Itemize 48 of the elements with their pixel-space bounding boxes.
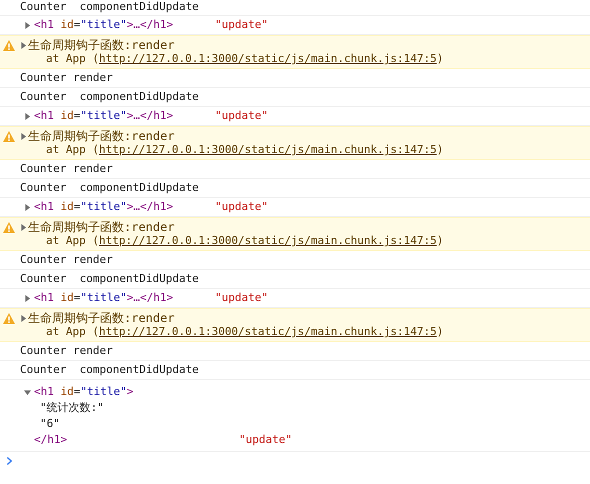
expand-triangle-icon[interactable]: [24, 22, 31, 28]
string-text: "6": [40, 417, 60, 430]
string-value: "update": [215, 291, 268, 305]
element-node[interactable]: <h1 id="title">: [34, 384, 134, 400]
warning-message: 生命周期钩子函数:render: [28, 38, 175, 52]
stack-trace: at App (http://127.0.0.1:3000/static/js/main.chunk.js:147:5): [46, 325, 444, 338]
string-value: "update": [239, 432, 292, 448]
warning-message: 生命周期钩子函数:render: [28, 129, 175, 143]
collapse-triangle-icon[interactable]: [24, 388, 31, 396]
element-node[interactable]: <h1 id="title">…</h1>: [34, 109, 215, 123]
expand-triangle-icon[interactable]: [20, 224, 27, 230]
expand-triangle-icon[interactable]: [20, 132, 27, 140]
element-node[interactable]: <h1 id="title">…</h1>: [34, 200, 215, 214]
log-message: Counter render: [20, 344, 113, 357]
string-text: "统计次数:": [40, 401, 104, 414]
element-node[interactable]: <h1 id="title">…</h1>: [34, 18, 215, 32]
warning-message: 生命周期钩子函数:render: [28, 311, 175, 325]
log-message: Counter render: [20, 71, 113, 84]
expand-triangle-icon[interactable]: [20, 42, 27, 48]
source-link[interactable]: http://127.0.0.1:3000/static/js/main.chunk.js:147:5: [98, 234, 437, 247]
expand-triangle-icon[interactable]: [24, 204, 31, 210]
stack-trace: at App (http://127.0.0.1:3000/static/js/main.chunk.js:147:5): [46, 143, 444, 156]
expand-triangle-icon[interactable]: [24, 294, 31, 302]
expand-triangle-icon[interactable]: [24, 112, 31, 120]
warning-icon: [3, 312, 15, 324]
warning-icon: [3, 130, 15, 142]
string-value: "update": [215, 18, 268, 32]
warning-icon: [3, 40, 15, 50]
expand-triangle-icon[interactable]: [20, 314, 27, 322]
stack-trace: at App (http://127.0.0.1:3000/static/js/main.chunk.js:147:5): [46, 234, 444, 247]
warning-icon: [3, 222, 15, 232]
log-message: Counter render: [20, 162, 113, 175]
source-link[interactable]: http://127.0.0.1:3000/static/js/main.chunk.js:147:5: [98, 143, 437, 156]
log-message: Counter componentDidUpdate: [20, 181, 199, 194]
source-link[interactable]: http://127.0.0.1:3000/static/js/main.chunk.js:147:5: [98, 52, 437, 65]
log-message: Counter componentDidUpdate: [20, 363, 199, 376]
log-message: Counter componentDidUpdate: [20, 90, 199, 103]
closing-tag: </h1>: [34, 432, 239, 448]
log-message: Counter render: [20, 253, 113, 266]
log-message: Counter componentDidUpdate: [20, 272, 199, 285]
stack-trace: at App (http://127.0.0.1:3000/static/js/main.chunk.js:147:5): [46, 52, 444, 65]
log-message: Counter componentDidUpdate: [20, 0, 199, 13]
element-node[interactable]: <h1 id="title">…</h1>: [34, 291, 215, 305]
prompt-chevron-icon: [6, 456, 13, 466]
string-value: "update": [215, 109, 268, 123]
string-value: "update": [215, 200, 268, 214]
source-link[interactable]: http://127.0.0.1:3000/static/js/main.chunk.js:147:5: [98, 325, 437, 338]
warning-message: 生命周期钩子函数:render: [28, 220, 175, 234]
